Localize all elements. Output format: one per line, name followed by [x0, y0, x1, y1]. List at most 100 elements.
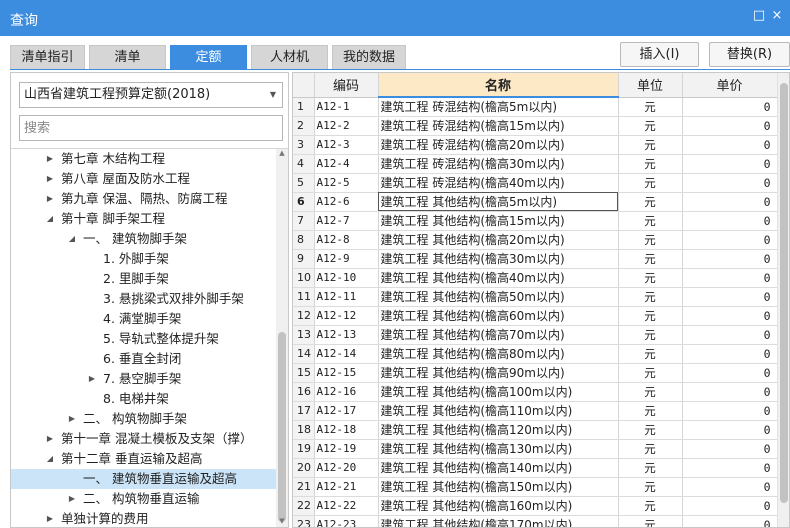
- tree-item[interactable]: 一、 建筑物垂直运输及超高: [11, 469, 276, 489]
- table-row[interactable]: 14 A12-14 建筑工程 其他结构(檐高80m以内) 元 0: [293, 344, 778, 364]
- table-row[interactable]: 13 A12-13 建筑工程 其他结构(檐高70m以内) 元 0: [293, 325, 778, 345]
- unit-cell[interactable]: 元: [618, 420, 683, 440]
- collapse-arrow-icon[interactable]: ◢: [67, 229, 77, 249]
- row-number[interactable]: 9: [293, 249, 315, 269]
- scroll-down-icon[interactable]: ▼: [276, 517, 288, 527]
- code-cell[interactable]: A12-14: [314, 344, 379, 364]
- name-cell[interactable]: 建筑工程 其他结构(檐高60m以内): [378, 306, 619, 326]
- price-cell[interactable]: 0: [682, 211, 778, 231]
- name-cell[interactable]: 建筑工程 其他结构(檐高170m以内): [378, 515, 619, 527]
- insert-button[interactable]: 插入(I): [620, 42, 699, 67]
- name-cell[interactable]: 建筑工程 其他结构(檐高120m以内): [378, 420, 619, 440]
- name-cell[interactable]: 建筑工程 其他结构(檐高50m以内): [378, 287, 619, 307]
- table-row[interactable]: 2 A12-2 建筑工程 砖混结构(檐高15m以内) 元 0: [293, 116, 778, 136]
- unit-cell[interactable]: 元: [618, 116, 683, 136]
- row-number[interactable]: 11: [293, 287, 315, 307]
- price-cell[interactable]: 0: [682, 230, 778, 250]
- name-cell[interactable]: 建筑工程 其他结构(檐高40m以内): [378, 268, 619, 288]
- expand-arrow-icon[interactable]: ▶: [45, 149, 55, 169]
- expand-arrow-icon[interactable]: ▶: [45, 509, 55, 527]
- tab-my-data[interactable]: 我的数据: [332, 45, 406, 69]
- table-row[interactable]: 3 A12-3 建筑工程 砖混结构(檐高20m以内) 元 0: [293, 135, 778, 155]
- tab-bill-guide[interactable]: 清单指引: [10, 45, 85, 69]
- code-cell[interactable]: A12-1: [314, 97, 379, 117]
- row-number[interactable]: 17: [293, 401, 315, 421]
- price-cell[interactable]: 0: [682, 344, 778, 364]
- code-cell[interactable]: A12-12: [314, 306, 379, 326]
- name-cell[interactable]: 建筑工程 砖混结构(檐高15m以内): [378, 116, 619, 136]
- row-number[interactable]: 22: [293, 496, 315, 516]
- row-number[interactable]: 2: [293, 116, 315, 136]
- name-cell[interactable]: 建筑工程 其他结构(檐高20m以内): [378, 230, 619, 250]
- unit-cell[interactable]: 元: [618, 515, 683, 527]
- unit-cell[interactable]: 元: [618, 401, 683, 421]
- table-row[interactable]: 17 A12-17 建筑工程 其他结构(檐高110m以内) 元 0: [293, 401, 778, 421]
- restore-icon[interactable]: □: [752, 9, 766, 23]
- price-cell[interactable]: 0: [682, 135, 778, 155]
- code-cell[interactable]: A12-11: [314, 287, 379, 307]
- price-cell[interactable]: 0: [682, 249, 778, 269]
- price-cell[interactable]: 0: [682, 439, 778, 459]
- price-cell[interactable]: 0: [682, 268, 778, 288]
- tree-item[interactable]: 5. 导轨式整体提升架: [11, 329, 276, 349]
- table-row[interactable]: 5 A12-5 建筑工程 砖混结构(檐高40m以内) 元 0: [293, 173, 778, 193]
- tree-item[interactable]: ▶ 第七章 木结构工程: [11, 149, 276, 169]
- unit-cell[interactable]: 元: [618, 230, 683, 250]
- name-cell[interactable]: 建筑工程 砖混结构(檐高40m以内): [378, 173, 619, 193]
- tree-item[interactable]: ▶ 第九章 保温、隔热、防腐工程: [11, 189, 276, 209]
- tab-materials[interactable]: 人材机: [251, 45, 328, 69]
- row-number[interactable]: 20: [293, 458, 315, 478]
- price-cell[interactable]: 0: [682, 477, 778, 497]
- row-number[interactable]: 21: [293, 477, 315, 497]
- code-cell[interactable]: A12-18: [314, 420, 379, 440]
- row-number[interactable]: 7: [293, 211, 315, 231]
- unit-cell[interactable]: 元: [618, 496, 683, 516]
- close-icon[interactable]: ×: [770, 9, 784, 23]
- price-cell[interactable]: 0: [682, 401, 778, 421]
- unit-cell[interactable]: 元: [618, 382, 683, 402]
- unit-cell[interactable]: 元: [618, 135, 683, 155]
- code-cell[interactable]: A12-17: [314, 401, 379, 421]
- name-cell[interactable]: 建筑工程 其他结构(檐高140m以内): [378, 458, 619, 478]
- table-row[interactable]: 10 A12-10 建筑工程 其他结构(檐高40m以内) 元 0: [293, 268, 778, 288]
- price-cell[interactable]: 0: [682, 382, 778, 402]
- name-cell[interactable]: 建筑工程 其他结构(檐高90m以内): [378, 363, 619, 383]
- name-cell[interactable]: 建筑工程 其他结构(檐高80m以内): [378, 344, 619, 364]
- row-number[interactable]: 18: [293, 420, 315, 440]
- row-number[interactable]: 16: [293, 382, 315, 402]
- row-number[interactable]: 1: [293, 97, 315, 117]
- table-row[interactable]: 22 A12-22 建筑工程 其他结构(檐高160m以内) 元 0: [293, 496, 778, 516]
- price-cell[interactable]: 0: [682, 287, 778, 307]
- code-column-header[interactable]: 编码: [314, 73, 379, 98]
- scroll-thumb[interactable]: [780, 83, 788, 503]
- code-cell[interactable]: A12-10: [314, 268, 379, 288]
- name-cell[interactable]: 建筑工程 其他结构(檐高110m以内): [378, 401, 619, 421]
- tree-item[interactable]: ▶ 7. 悬空脚手架: [11, 369, 276, 389]
- table-row[interactable]: 20 A12-20 建筑工程 其他结构(檐高140m以内) 元 0: [293, 458, 778, 478]
- tree-item[interactable]: 3. 悬挑梁式双排外脚手架: [11, 289, 276, 309]
- price-cell[interactable]: 0: [682, 154, 778, 174]
- name-cell[interactable]: 建筑工程 其他结构(檐高100m以内): [378, 382, 619, 402]
- name-cell[interactable]: 建筑工程 其他结构(檐高5m以内): [378, 192, 619, 212]
- tab-quota[interactable]: 定额: [170, 45, 247, 69]
- tree-item[interactable]: ▶ 二、 构筑物垂直运输: [11, 489, 276, 509]
- unit-cell[interactable]: 元: [618, 249, 683, 269]
- code-cell[interactable]: A12-23: [314, 515, 379, 527]
- grid-scrollbar[interactable]: [777, 73, 789, 527]
- tree-item[interactable]: ▶ 单独计算的费用: [11, 509, 276, 527]
- table-row[interactable]: 6 A12-6 建筑工程 其他结构(檐高5m以内) 元 0: [293, 192, 778, 212]
- price-cell[interactable]: 0: [682, 515, 778, 527]
- table-row[interactable]: 8 A12-8 建筑工程 其他结构(檐高20m以内) 元 0: [293, 230, 778, 250]
- code-cell[interactable]: A12-5: [314, 173, 379, 193]
- table-row[interactable]: 12 A12-12 建筑工程 其他结构(檐高60m以内) 元 0: [293, 306, 778, 326]
- table-row[interactable]: 18 A12-18 建筑工程 其他结构(檐高120m以内) 元 0: [293, 420, 778, 440]
- table-row[interactable]: 16 A12-16 建筑工程 其他结构(檐高100m以内) 元 0: [293, 382, 778, 402]
- scroll-thumb[interactable]: [278, 332, 286, 522]
- expand-arrow-icon[interactable]: ▶: [45, 189, 55, 209]
- unit-cell[interactable]: 元: [618, 306, 683, 326]
- table-row[interactable]: 7 A12-7 建筑工程 其他结构(檐高15m以内) 元 0: [293, 211, 778, 231]
- price-cell[interactable]: 0: [682, 420, 778, 440]
- tree-item[interactable]: 8. 电梯井架: [11, 389, 276, 409]
- expand-arrow-icon[interactable]: ▶: [87, 369, 97, 389]
- scroll-up-icon[interactable]: ▲: [276, 149, 288, 159]
